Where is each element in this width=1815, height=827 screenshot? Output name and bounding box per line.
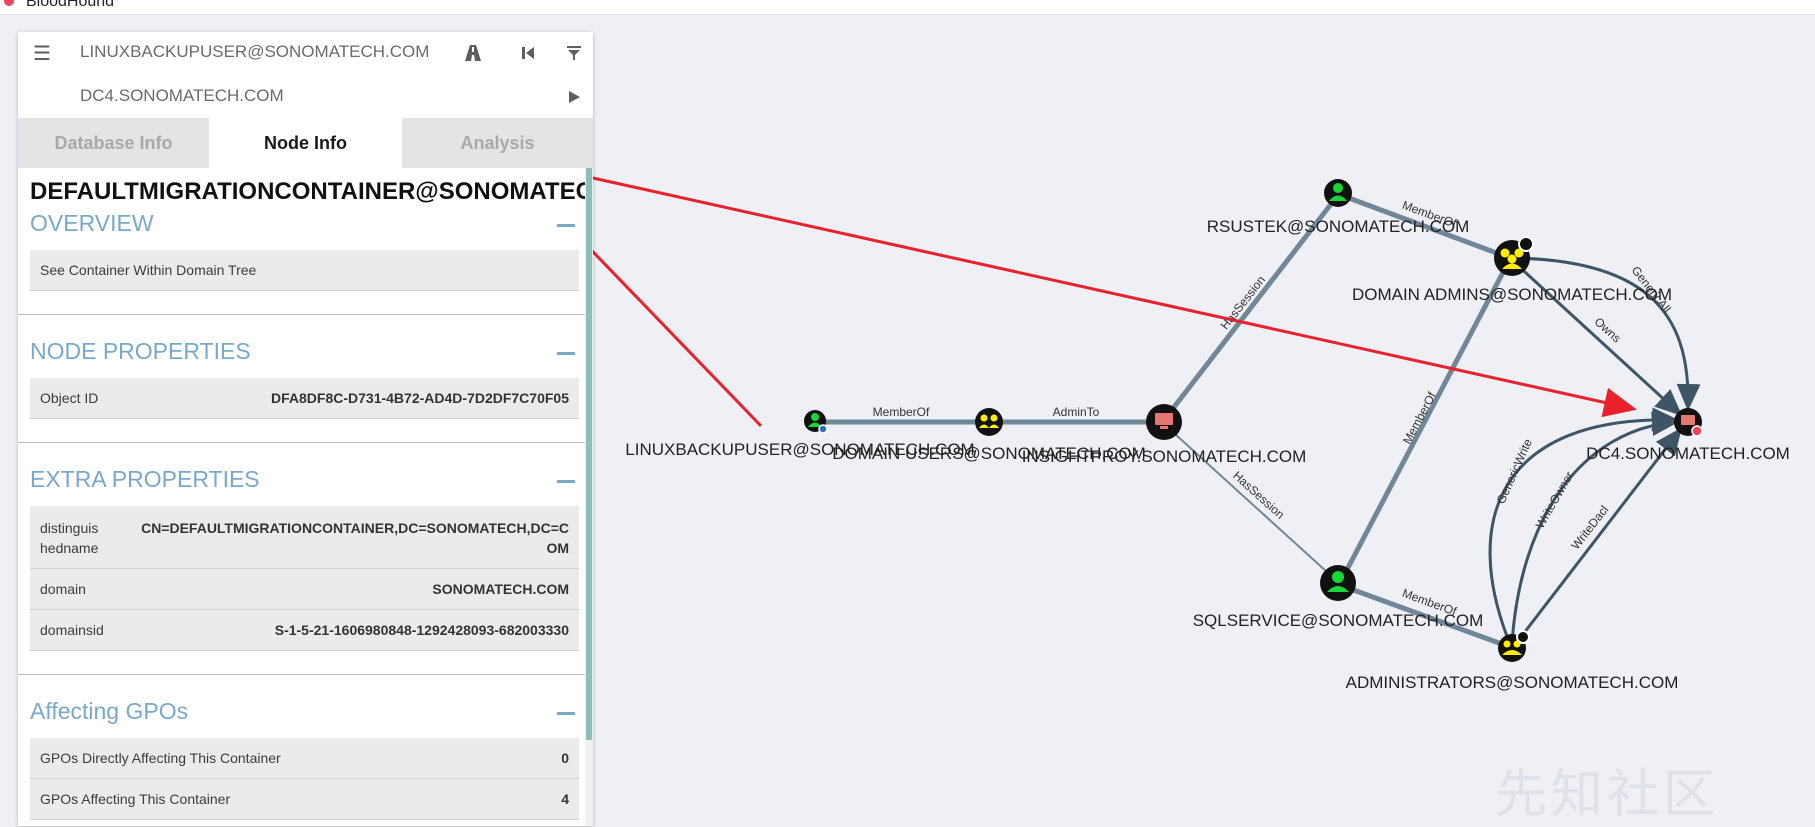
overview-heading: OVERVIEW [30,210,154,236]
filter-icon[interactable] [560,39,588,67]
node-domain-admins[interactable] [1494,236,1534,276]
node-linuxbackupuser[interactable] [804,410,828,434]
property-key: domainsid [40,622,104,638]
property-key: Object ID [40,390,99,406]
graph-edges [816,191,1701,650]
node-label-domain-admins: DOMAIN ADMINS@SONOMATECH.COM [1352,285,1672,304]
graph-node-labels: RSUSTEK@SONOMATECH.COM DOMAIN ADMINS@SON… [625,217,1790,692]
property-row-distinguishedname: distinguis hedname CN=DEFAULTMIGRATIONCO… [30,506,579,569]
extra-properties-heading: EXTRA PROPERTIES [30,466,260,492]
edge-label-owns: Owns [1592,315,1624,346]
node-label-dc4: DC4.SONOMATECH.COM [1586,444,1790,463]
owned-badge-icon [818,424,828,434]
tab-analysis[interactable]: Analysis [402,118,593,168]
overview-link-label: See Container Within Domain Tree [40,262,257,278]
node-sqlservice[interactable] [1320,565,1356,601]
property-key: distinguis hedname [40,520,99,556]
bloodhound-logo-icon [4,0,14,6]
search-node-panel: ☰ LINUXBACKUPUSER@SONOMATECH.COM DC4.SON… [18,32,593,826]
property-value: 0 [561,750,569,766]
property-value: SONOMATECH.COM [432,581,569,597]
node-info-content[interactable]: DEFAULTMIGRATIONCONTAINER@SONOMATECH.COM… [18,168,585,826]
highvalue-badge-icon [1516,630,1530,644]
property-key: domain [40,581,86,597]
target-node-input[interactable]: DC4.SONOMATECH.COM [80,86,456,106]
property-value: CN=DEFAULTMIGRATIONCONTAINER,DC=SONOMATE… [141,520,569,556]
collapse-node-properties-icon[interactable] [557,352,575,355]
panel-tabs: Database Info Node Info Analysis [18,118,593,168]
node-rsustek[interactable] [1324,179,1352,207]
node-insightproy[interactable] [1146,404,1182,440]
node-label-insightproy: INSIGHTPROY.SONOMATECH.COM [1022,447,1307,466]
edge-label-hassession-2: HasSession [1230,468,1287,521]
affecting-gpos-section-header[interactable]: Affecting GPOs [30,698,575,728]
scrollbar-thumb[interactable] [586,168,592,740]
property-value: DFA8DF8C-D731-4B72-AD4D-7D2DF7C70F05 [271,390,569,406]
property-value: S-1-5-21-1606980848-1292428093-682003330 [274,622,569,638]
panel-scrollbar[interactable] [585,168,593,826]
node-title: DEFAULTMIGRATIONCONTAINER@SONOMATECH.COM [30,178,585,205]
extra-properties-section-header[interactable]: EXTRA PROPERTIES [30,466,575,496]
tab-database-info[interactable]: Database Info [18,118,209,168]
collapse-affecting-gpos-icon[interactable] [557,712,575,715]
collapse-extra-properties-icon[interactable] [557,480,575,483]
node-properties-heading: NODE PROPERTIES [30,338,251,364]
property-row-domain: domain SONOMATECH.COM [30,569,579,610]
property-key: GPOs Directly Affecting This Container [40,750,281,766]
collapse-overview-icon[interactable] [557,224,575,227]
section-divider [18,442,585,443]
edge-label-memberof-1: MemberOf [873,405,930,419]
property-value: 4 [561,791,569,807]
node-label-administrators: ADMINISTRATORS@SONOMATECH.COM [1346,673,1679,692]
property-row-domainsid: domainsid S-1-5-21-1606980848-1292428093… [30,610,579,651]
tab-node-info[interactable]: Node Info [209,118,402,168]
gpos-affecting-row[interactable]: GPOs Affecting This Container 4 [30,779,579,820]
section-divider [18,674,585,675]
property-row-object-id: Object ID DFA8DF8C-D731-4B72-AD4D-7D2DF7… [30,378,579,419]
edge-label-writeowner: WriteOwner [1533,469,1577,531]
overview-section-header[interactable]: OVERVIEW [30,210,575,240]
gpos-directly-affecting-row[interactable]: GPOs Directly Affecting This Container 0 [30,738,579,779]
node-dc4[interactable] [1674,408,1703,437]
menu-icon[interactable]: ☰ [28,39,56,67]
affecting-gpos-heading: Affecting GPOs [30,698,189,724]
property-key: GPOs Affecting This Container [40,791,231,807]
node-properties-section-header[interactable]: NODE PROPERTIES [30,338,575,368]
back-icon[interactable] [514,39,542,67]
pathfinding-road-icon[interactable] [459,39,487,67]
edge-label-adminto: AdminTo [1053,405,1100,419]
node-domain-users[interactable] [975,408,1003,436]
start-node-row: ☰ LINUXBACKUPUSER@SONOMATECH.COM [18,32,593,74]
target-node-row: DC4.SONOMATECH.COM [18,74,593,116]
watermark-text: 先知社区 [1495,765,1720,825]
window-titlebar: BloodHound [0,0,1815,15]
edge-label-genericwrite: GenericWrite [1494,436,1535,506]
play-icon[interactable] [560,83,588,111]
window-title: BloodHound [26,0,115,10]
edge-domainadmins-dc4-genericall[interactable] [1511,256,1701,411]
start-node-input[interactable]: LINUXBACKUPUSER@SONOMATECH.COM [80,42,456,62]
highvalue-badge-icon [1518,236,1534,252]
section-divider [18,314,585,315]
target-badge-icon [1691,425,1703,437]
see-container-in-domain-tree[interactable]: See Container Within Domain Tree [30,250,579,291]
node-label-sqlservice: SQLSERVICE@SONOMATECH.COM [1193,611,1484,630]
node-administrators[interactable] [1498,630,1530,662]
node-label-rsustek: RSUSTEK@SONOMATECH.COM [1207,217,1470,236]
edge-label-memberof-3: MemberOf [1400,389,1439,446]
